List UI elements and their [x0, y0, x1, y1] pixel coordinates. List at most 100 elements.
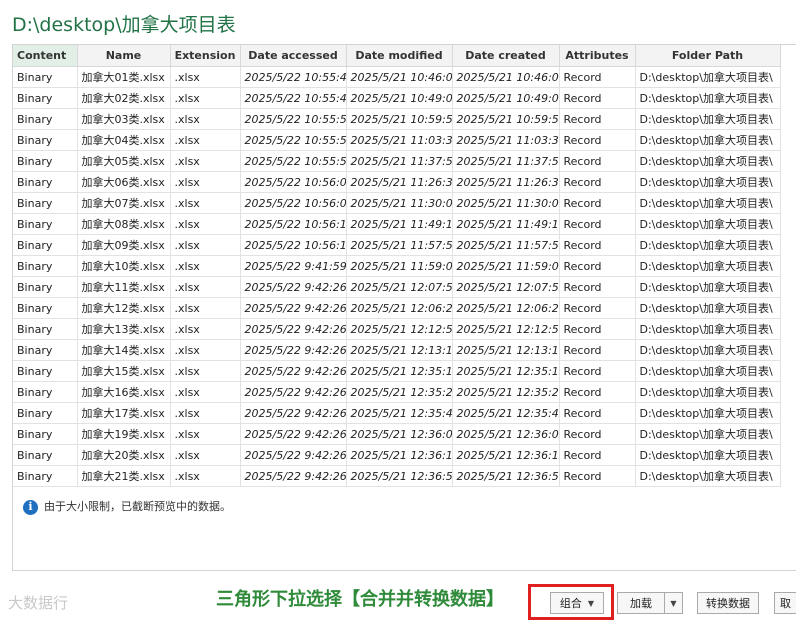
cell-date-modified[interactable]: 2025/5/21 12:36:16: [346, 444, 453, 466]
cell-content[interactable]: Binary: [13, 213, 78, 235]
table-row[interactable]: Binary 加拿大09类.xlsx .xlsx 2025/5/22 10:56:13…: [13, 234, 781, 256]
cell-content[interactable]: Binary: [13, 318, 78, 340]
cell-folder-path[interactable]: D:\desktop\加拿大项目表\: [635, 339, 781, 361]
cell-name[interactable]: 加拿大09类.xlsx: [77, 234, 171, 256]
cell-date-accessed[interactable]: 2025/5/22 10:56:03: [240, 171, 347, 193]
table-row[interactable]: Binary 加拿大12类.xlsx .xlsx 2025/5/22 9:42:26 2…: [13, 297, 781, 319]
cell-date-accessed[interactable]: 2025/5/22 9:42:26: [240, 297, 347, 319]
cell-attributes[interactable]: Record: [559, 255, 636, 277]
cell-date-modified[interactable]: 2025/5/21 12:13:17: [346, 339, 453, 361]
cell-date-modified[interactable]: 2025/5/21 11:57:50: [346, 234, 453, 256]
cell-date-accessed[interactable]: 2025/5/22 10:55:47: [240, 87, 347, 109]
cell-content[interactable]: Binary: [13, 108, 78, 130]
cell-extension[interactable]: .xlsx: [170, 129, 241, 151]
cell-date-modified[interactable]: 2025/5/21 11:49:11: [346, 213, 453, 235]
cell-content[interactable]: Binary: [13, 234, 78, 256]
cell-attributes[interactable]: Record: [559, 297, 636, 319]
col-header-attributes[interactable]: Attributes: [559, 45, 636, 67]
cell-date-accessed[interactable]: 2025/5/22 9:42:26: [240, 402, 347, 424]
cell-date-accessed[interactable]: 2025/5/22 9:42:26: [240, 444, 347, 466]
cell-folder-path[interactable]: D:\desktop\加拿大项目表\: [635, 318, 781, 340]
cell-attributes[interactable]: Record: [559, 108, 636, 130]
cell-date-modified[interactable]: 2025/5/21 11:03:37: [346, 129, 453, 151]
cell-date-accessed[interactable]: 2025/5/22 9:41:59: [240, 255, 347, 277]
table-row[interactable]: Binary 加拿大04类.xlsx .xlsx 2025/5/22 10:55:55…: [13, 129, 781, 151]
cell-date-created[interactable]: 2025/5/21 10:49:00: [452, 87, 560, 109]
cell-folder-path[interactable]: D:\desktop\加拿大项目表\: [635, 66, 781, 88]
cell-attributes[interactable]: Record: [559, 339, 636, 361]
table-row[interactable]: Binary 加拿大17类.xlsx .xlsx 2025/5/22 9:42:26 2…: [13, 402, 781, 424]
cell-extension[interactable]: .xlsx: [170, 234, 241, 256]
col-header-date-created[interactable]: Date created: [452, 45, 560, 67]
cell-date-modified[interactable]: 2025/5/21 10:49:00: [346, 87, 453, 109]
cell-content[interactable]: Binary: [13, 297, 78, 319]
cell-extension[interactable]: .xlsx: [170, 150, 241, 172]
cell-name[interactable]: 加拿大10类.xlsx: [77, 255, 171, 277]
cell-date-created[interactable]: 2025/5/21 11:03:37: [452, 129, 560, 151]
cell-date-accessed[interactable]: 2025/5/22 9:42:26: [240, 360, 347, 382]
col-header-extension[interactable]: Extension: [170, 45, 241, 67]
cell-extension[interactable]: .xlsx: [170, 108, 241, 130]
load-dropdown-button[interactable]: ▼: [664, 592, 683, 614]
table-row[interactable]: Binary 加拿大15类.xlsx .xlsx 2025/5/22 9:42:26 2…: [13, 360, 781, 382]
table-row[interactable]: Binary 加拿大16类.xlsx .xlsx 2025/5/22 9:42:26 2…: [13, 381, 781, 403]
cell-date-created[interactable]: 2025/5/21 10:59:51: [452, 108, 560, 130]
cell-attributes[interactable]: Record: [559, 444, 636, 466]
cell-extension[interactable]: .xlsx: [170, 66, 241, 88]
cell-date-accessed[interactable]: 2025/5/22 9:42:26: [240, 339, 347, 361]
cell-attributes[interactable]: Record: [559, 129, 636, 151]
cell-date-modified[interactable]: 2025/5/21 10:46:06: [346, 66, 453, 88]
cell-date-modified[interactable]: 2025/5/21 12:35:43: [346, 402, 453, 424]
cell-folder-path[interactable]: D:\desktop\加拿大项目表\: [635, 255, 781, 277]
cell-date-accessed[interactable]: 2025/5/22 10:55:42: [240, 66, 347, 88]
cell-content[interactable]: Binary: [13, 87, 78, 109]
cell-attributes[interactable]: Record: [559, 465, 636, 487]
cell-extension[interactable]: .xlsx: [170, 465, 241, 487]
cell-folder-path[interactable]: D:\desktop\加拿大项目表\: [635, 192, 781, 214]
cell-extension[interactable]: .xlsx: [170, 297, 241, 319]
cell-folder-path[interactable]: D:\desktop\加拿大项目表\: [635, 150, 781, 172]
table-row[interactable]: Binary 加拿大06类.xlsx .xlsx 2025/5/22 10:56:03…: [13, 171, 781, 193]
cell-content[interactable]: Binary: [13, 171, 78, 193]
cell-date-modified[interactable]: 2025/5/21 11:26:39: [346, 171, 453, 193]
cell-date-created[interactable]: 2025/5/21 12:36:03: [452, 423, 560, 445]
cell-extension[interactable]: .xlsx: [170, 402, 241, 424]
cell-date-accessed[interactable]: 2025/5/22 10:56:10: [240, 213, 347, 235]
cell-attributes[interactable]: Record: [559, 381, 636, 403]
cell-date-modified[interactable]: 2025/5/21 12:12:57: [346, 318, 453, 340]
cell-content[interactable]: Binary: [13, 192, 78, 214]
cancel-button[interactable]: 取: [774, 592, 796, 614]
table-row[interactable]: Binary 加拿大19类.xlsx .xlsx 2025/5/22 9:42:26 2…: [13, 423, 781, 445]
cell-date-accessed[interactable]: 2025/5/22 10:55:55: [240, 129, 347, 151]
cell-folder-path[interactable]: D:\desktop\加拿大项目表\: [635, 87, 781, 109]
cell-date-created[interactable]: 2025/5/21 10:46:06: [452, 66, 560, 88]
cell-date-modified[interactable]: 2025/5/21 12:35:13: [346, 360, 453, 382]
cell-name[interactable]: 加拿大02类.xlsx: [77, 87, 171, 109]
cell-date-created[interactable]: 2025/5/21 11:57:50: [452, 234, 560, 256]
cell-date-created[interactable]: 2025/5/21 12:35:29: [452, 381, 560, 403]
cell-name[interactable]: 加拿大16类.xlsx: [77, 381, 171, 403]
cell-folder-path[interactable]: D:\desktop\加拿大项目表\: [635, 444, 781, 466]
cell-attributes[interactable]: Record: [559, 360, 636, 382]
cell-attributes[interactable]: Record: [559, 318, 636, 340]
cell-date-created[interactable]: 2025/5/21 11:26:39: [452, 171, 560, 193]
cell-date-accessed[interactable]: 2025/5/22 9:42:26: [240, 465, 347, 487]
cell-name[interactable]: 加拿大04类.xlsx: [77, 129, 171, 151]
cell-date-modified[interactable]: 2025/5/21 12:36:50: [346, 465, 453, 487]
cell-date-modified[interactable]: 2025/5/21 12:36:03: [346, 423, 453, 445]
cell-content[interactable]: Binary: [13, 255, 78, 277]
cell-extension[interactable]: .xlsx: [170, 381, 241, 403]
cell-extension[interactable]: .xlsx: [170, 318, 241, 340]
table-row[interactable]: Binary 加拿大11类.xlsx .xlsx 2025/5/22 9:42:26 2…: [13, 276, 781, 298]
table-row[interactable]: Binary 加拿大13类.xlsx .xlsx 2025/5/22 9:42:26 2…: [13, 318, 781, 340]
cell-attributes[interactable]: Record: [559, 171, 636, 193]
cell-name[interactable]: 加拿大08类.xlsx: [77, 213, 171, 235]
cell-attributes[interactable]: Record: [559, 213, 636, 235]
cell-attributes[interactable]: Record: [559, 234, 636, 256]
cell-date-modified[interactable]: 2025/5/21 12:35:29: [346, 381, 453, 403]
cell-name[interactable]: 加拿大07类.xlsx: [77, 192, 171, 214]
col-header-date-accessed[interactable]: Date accessed: [240, 45, 347, 67]
cell-date-modified[interactable]: 2025/5/21 12:07:53: [346, 276, 453, 298]
cell-date-accessed[interactable]: 2025/5/22 10:55:59: [240, 150, 347, 172]
cell-content[interactable]: Binary: [13, 465, 78, 487]
